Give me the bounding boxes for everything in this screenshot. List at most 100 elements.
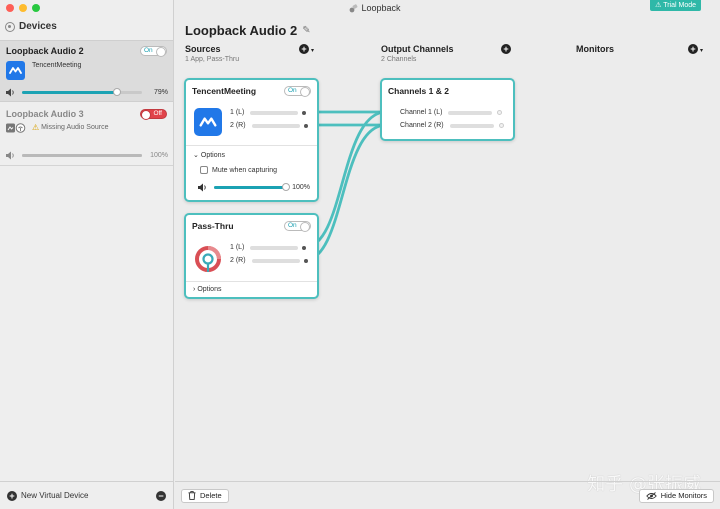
speaker-icon bbox=[6, 88, 14, 96]
source-volume-slider[interactable] bbox=[214, 183, 290, 191]
device-volume-row: 100% bbox=[6, 150, 168, 160]
channel-output-port[interactable] bbox=[302, 245, 307, 250]
trash-icon bbox=[188, 491, 196, 500]
zoom-window-button[interactable] bbox=[32, 4, 40, 12]
device-item-loopback-audio-2[interactable]: Loopback Audio 2 On TencentMeeting 79% bbox=[0, 40, 173, 102]
divider bbox=[186, 281, 317, 282]
tencent-meeting-app-icon bbox=[194, 108, 222, 136]
chevron-right-icon: › bbox=[193, 286, 196, 293]
source-channel-row: 1 (L) bbox=[230, 244, 307, 251]
tencent-meeting-app-icon bbox=[6, 61, 25, 80]
options-disclosure[interactable]: › Options bbox=[193, 286, 221, 293]
channel-label: 2 (R) bbox=[230, 122, 246, 129]
warning-text: Missing Audio Source bbox=[41, 124, 109, 131]
warning-icon: ⚠ bbox=[32, 123, 40, 132]
edit-pencil-icon[interactable]: ✎ bbox=[302, 25, 310, 36]
pass-thru-icon bbox=[195, 246, 221, 273]
source-volume-value: 100% bbox=[292, 184, 310, 191]
delete-button[interactable]: Delete bbox=[181, 488, 229, 503]
source-name: TencentMeeting bbox=[192, 86, 257, 96]
window-title-text: Loopback bbox=[361, 3, 401, 13]
source-name: Pass-Thru bbox=[192, 221, 234, 231]
trial-mode-badge[interactable]: ⚠ Trial Mode bbox=[650, 0, 701, 11]
devices-icon bbox=[5, 21, 15, 32]
output-channels-header: Output Channels bbox=[381, 44, 454, 54]
new-virtual-device-button[interactable]: + New Virtual Device bbox=[7, 490, 89, 501]
device-warning: ⚠ Missing Audio Source bbox=[32, 123, 109, 132]
channel-output-port[interactable] bbox=[302, 110, 307, 115]
device-volume-value: 79% bbox=[153, 88, 168, 96]
channel-label: 1 (L) bbox=[230, 109, 245, 116]
device-item-loopback-audio-3[interactable]: Loopback Audio 3 Off ⚠ Missing Audio Sou… bbox=[0, 104, 173, 166]
monitor-port[interactable] bbox=[498, 123, 504, 128]
volume-slider-knob[interactable] bbox=[112, 87, 121, 96]
close-window-button[interactable] bbox=[6, 4, 14, 12]
chevron-down-icon: ⌄ bbox=[193, 152, 199, 159]
source-toggle[interactable]: On bbox=[284, 86, 311, 97]
channel-label: 2 (R) bbox=[230, 257, 246, 264]
source-channel-row: 2 (R) bbox=[230, 122, 308, 129]
remove-device-button[interactable]: − bbox=[156, 490, 166, 501]
device-title: Loopback Audio 2 ✎ bbox=[185, 23, 311, 38]
channel-level-meter bbox=[250, 245, 299, 250]
loopback-app-icon bbox=[350, 3, 358, 12]
window-controls bbox=[6, 4, 40, 12]
output-channels-subtitle: 2 Channels bbox=[381, 56, 417, 63]
sources-header: Sources bbox=[185, 44, 221, 54]
mute-when-capturing-option[interactable]: Mute when capturing bbox=[200, 166, 277, 174]
device-volume-slider[interactable] bbox=[22, 153, 142, 157]
channel-label: Channel 1 (L) bbox=[400, 109, 443, 116]
options-label: Options bbox=[197, 286, 222, 293]
output-channel-row[interactable]: Channel 1 (L) bbox=[400, 109, 503, 116]
channel-output-port[interactable] bbox=[303, 123, 308, 128]
devices-header: Devices bbox=[5, 21, 57, 32]
source-app-label: TencentMeeting bbox=[32, 62, 82, 69]
device-toggle[interactable]: On bbox=[140, 46, 167, 57]
plus-icon: + bbox=[7, 490, 17, 501]
output-name: Channels 1 & 2 bbox=[388, 86, 449, 96]
speaker-icon bbox=[198, 183, 206, 192]
channel-output-port[interactable] bbox=[303, 258, 308, 263]
main-area: Loopback ⚠ Trial Mode Loopback Audio 2 ✎… bbox=[175, 0, 720, 509]
device-title-text: Loopback Audio 2 bbox=[185, 23, 298, 38]
add-monitor-button[interactable]: + bbox=[688, 44, 698, 54]
options-label: Options bbox=[200, 151, 225, 159]
source-panel-pass-thru[interactable]: Pass-Thru On 1 (L) 2 (R) › Options bbox=[184, 213, 319, 299]
add-source-button[interactable]: + bbox=[299, 44, 309, 54]
monitor-port[interactable] bbox=[497, 110, 503, 115]
add-output-channel-button[interactable]: + bbox=[501, 44, 511, 54]
channel-label: Channel 2 (R) bbox=[400, 122, 444, 129]
devices-header-label: Devices bbox=[19, 21, 57, 32]
add-monitor-chevron-icon[interactable]: ▾ bbox=[700, 47, 703, 54]
source-panel-tencentmeeting[interactable]: TencentMeeting On 1 (L) 2 (R) ⌄ Options … bbox=[184, 78, 319, 202]
minimize-window-button[interactable] bbox=[19, 4, 27, 12]
device-toggle[interactable]: Off bbox=[140, 109, 167, 120]
hide-monitors-button[interactable]: Hide Monitors bbox=[638, 488, 714, 503]
channel-level-meter bbox=[449, 123, 494, 128]
device-name: Loopback Audio 3 bbox=[6, 109, 84, 119]
eye-slash-icon bbox=[645, 491, 657, 500]
channel-label: 1 (L) bbox=[230, 244, 245, 251]
mute-when-capturing-checkbox[interactable] bbox=[200, 166, 208, 174]
monitors-header: Monitors bbox=[576, 44, 614, 54]
channel-level-meter bbox=[251, 123, 300, 128]
delete-label: Delete bbox=[200, 491, 222, 500]
source-channel-row: 2 (R) bbox=[230, 257, 308, 264]
mute-when-capturing-label: Mute when capturing bbox=[212, 166, 277, 174]
source-volume-row: 100% bbox=[198, 183, 310, 192]
source-toggle[interactable]: On bbox=[284, 221, 311, 232]
divider bbox=[186, 145, 317, 146]
main-footer: Delete Hide Monitors bbox=[175, 481, 720, 509]
output-channel-row[interactable]: Channel 2 (R) bbox=[400, 122, 504, 129]
new-virtual-device-label: New Virtual Device bbox=[21, 491, 89, 500]
options-disclosure[interactable]: ⌄ Options bbox=[193, 151, 225, 160]
device-volume-slider[interactable] bbox=[22, 87, 142, 96]
output-channels-panel[interactable]: Channels 1 & 2 Channel 1 (L) Channel 2 (… bbox=[380, 78, 515, 141]
add-source-chevron-icon[interactable]: ▾ bbox=[311, 47, 314, 54]
device-volume-value: 100% bbox=[150, 151, 168, 159]
device-name: Loopback Audio 2 bbox=[6, 46, 84, 56]
source-channel-row: 1 (L) bbox=[230, 109, 307, 116]
window-title: Loopback bbox=[175, 3, 575, 13]
sidebar-footer: + New Virtual Device − bbox=[0, 481, 173, 509]
volume-slider-knob[interactable] bbox=[282, 183, 290, 191]
